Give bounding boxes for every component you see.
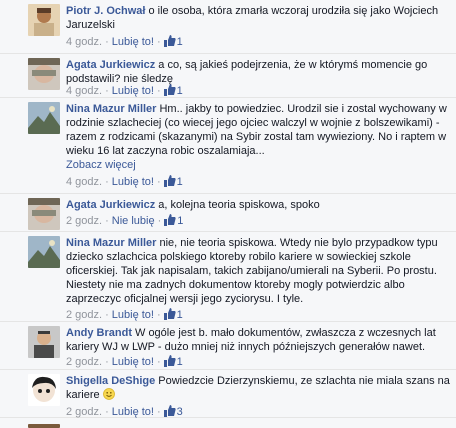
like-count[interactable]: 3 bbox=[177, 406, 183, 418]
comment: Shigella DeShige Powiedzcie Dzierzynskiem… bbox=[0, 370, 456, 418]
comment: Piotr J. Ochwał o ile osoba, która zmarła… bbox=[0, 0, 456, 54]
separator-dot: · bbox=[105, 215, 109, 227]
like-count[interactable]: 1 bbox=[177, 215, 183, 227]
comment-body: Agata Jurkiewicz a co, są jakieś podejrze… bbox=[66, 58, 450, 86]
separator-dot: · bbox=[105, 356, 109, 368]
see-more-link[interactable]: Zobacz więcej bbox=[66, 159, 136, 171]
comment bbox=[0, 418, 456, 428]
comment-time[interactable]: 4 godz. bbox=[66, 176, 102, 188]
like-count[interactable]: 1 bbox=[177, 356, 183, 368]
comment-time[interactable]: 4 godz. bbox=[66, 36, 102, 48]
thumbs-up-icon bbox=[163, 35, 176, 51]
avatar[interactable] bbox=[28, 374, 60, 406]
avatar[interactable] bbox=[28, 236, 60, 268]
unlike-button[interactable]: Nie lubię bbox=[112, 215, 155, 227]
thumbs-up-icon bbox=[163, 175, 176, 191]
comment-body: Nina Mazur Miller Hm.. jakby to powiedzie… bbox=[66, 102, 450, 172]
comment-body: Agata Jurkiewicz a, kolejna teoria spisko… bbox=[66, 198, 450, 212]
avatar[interactable] bbox=[28, 198, 60, 230]
like-count[interactable]: 1 bbox=[177, 309, 183, 321]
comment-meta: 2 godz. · Nie lubię · 1 bbox=[66, 214, 183, 230]
comment-author[interactable]: Nina Mazur Miller bbox=[66, 237, 156, 249]
comment-author[interactable]: Shigella DeShige bbox=[66, 375, 155, 387]
comment-meta: 4 godz. · Lubię to! · 1 bbox=[66, 84, 183, 100]
comment-author[interactable]: Andy Brandt bbox=[66, 327, 132, 339]
comment-meta: 4 godz. · Lubię to! · 1 bbox=[66, 35, 183, 51]
like-button[interactable]: Lubię to! bbox=[112, 176, 154, 188]
comment-author[interactable]: Nina Mazur Miller bbox=[66, 103, 156, 115]
comment-time[interactable]: 2 godz. bbox=[66, 356, 102, 368]
avatar[interactable] bbox=[28, 102, 60, 134]
separator-dot: · bbox=[156, 356, 161, 368]
like-count[interactable]: 1 bbox=[177, 176, 183, 188]
comment-time[interactable]: 2 godz. bbox=[66, 215, 102, 227]
separator-dot: · bbox=[156, 309, 161, 321]
separator-dot: · bbox=[105, 406, 109, 418]
avatar[interactable] bbox=[28, 326, 60, 358]
comment-body: Piotr J. Ochwał o ile osoba, która zmarła… bbox=[66, 4, 450, 32]
separator-dot: · bbox=[156, 85, 161, 97]
comment-body: Andy Brandt W ogóle jest b. mało dokument… bbox=[66, 326, 450, 354]
separator-dot: · bbox=[157, 215, 162, 227]
comment-time[interactable]: 2 godz. bbox=[66, 309, 102, 321]
avatar[interactable] bbox=[28, 4, 60, 36]
comment-author[interactable]: Agata Jurkiewicz bbox=[66, 59, 155, 71]
separator-dot: · bbox=[105, 36, 109, 48]
comment-author[interactable]: Piotr J. Ochwał bbox=[66, 5, 145, 17]
thumbs-up-icon bbox=[163, 308, 176, 324]
comment-time[interactable]: 2 godz. bbox=[66, 406, 102, 418]
comment-author[interactable]: Agata Jurkiewicz bbox=[66, 199, 155, 211]
separator-dot: · bbox=[156, 406, 161, 418]
like-button[interactable]: Lubię to! bbox=[112, 356, 154, 368]
separator-dot: · bbox=[105, 309, 109, 321]
comment-text: a, kolejna teoria spiskowa, spoko bbox=[158, 199, 320, 211]
avatar[interactable] bbox=[28, 424, 60, 428]
thumbs-up-icon bbox=[164, 214, 176, 230]
like-button[interactable]: Lubię to! bbox=[112, 309, 154, 321]
comment-body: Shigella DeShige Powiedzcie Dzierzynskiem… bbox=[66, 374, 450, 404]
like-button[interactable]: Lubię to! bbox=[112, 36, 154, 48]
comment-meta: 2 godz. · Lubię to! · 1 bbox=[66, 308, 183, 324]
comment-meta: 4 godz. · Lubię to! · 1 bbox=[66, 175, 183, 191]
separator-dot: · bbox=[105, 85, 109, 97]
separator-dot: · bbox=[156, 176, 161, 188]
like-count[interactable]: 1 bbox=[177, 36, 183, 48]
separator-dot: · bbox=[105, 176, 109, 188]
like-button[interactable]: Lubię to! bbox=[112, 85, 154, 97]
comment: Nina Mazur Miller Hm.. jakby to powiedzie… bbox=[0, 98, 456, 194]
avatar[interactable] bbox=[28, 58, 60, 90]
smiley-icon bbox=[102, 388, 115, 404]
comment: Agata Jurkiewicz a, kolejna teoria spisko… bbox=[0, 194, 456, 232]
thumbs-up-icon bbox=[163, 355, 176, 371]
comment-body: Nina Mazur Miller nie, nie teoria spiskow… bbox=[66, 236, 450, 306]
comment-meta: 2 godz. · Lubię to! · 1 bbox=[66, 355, 183, 371]
comment-time[interactable]: 4 godz. bbox=[66, 85, 102, 97]
like-button[interactable]: Lubię to! bbox=[112, 406, 154, 418]
thumbs-up-icon bbox=[163, 84, 176, 100]
separator-dot: · bbox=[156, 36, 161, 48]
like-count[interactable]: 1 bbox=[177, 85, 183, 97]
